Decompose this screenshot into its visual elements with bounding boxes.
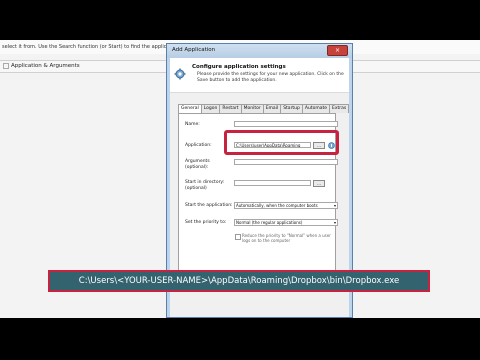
tab-logon[interactable]: Logon — [200, 104, 221, 113]
dialog-title: Add Application — [172, 47, 216, 53]
tab-automate[interactable]: Automate — [301, 104, 331, 113]
priority-label: Set the priority to: — [185, 220, 227, 225]
dialog-titlebar[interactable]: Add Application × — [167, 44, 352, 58]
tab-strip: General Logon Restart Monitor Email Star… — [178, 104, 350, 114]
start-directory-label: Start in directory: (optional) — [185, 180, 225, 191]
chevron-down-icon: ▾ — [333, 220, 336, 225]
tab-restart[interactable]: Restart — [219, 104, 242, 113]
tab-extras[interactable]: Extras — [329, 104, 350, 113]
reduce-priority-checkbox[interactable] — [235, 234, 241, 240]
arguments-label: Arguments (optional): — [185, 159, 210, 170]
name-label: Name: — [185, 122, 200, 127]
reduce-priority-label: Reduce the priority to "Normal" when a u… — [242, 233, 331, 243]
name-field[interactable] — [234, 121, 338, 127]
start-application-value: Automatically, when the computer boots — [236, 203, 318, 208]
gear-icon — [174, 68, 186, 80]
letterbox-bottom — [0, 318, 480, 360]
tab-email[interactable]: Email — [262, 104, 282, 113]
close-button[interactable]: × — [327, 45, 348, 56]
dialog-header: Configure application settings Please pr… — [170, 58, 349, 93]
tab-startup[interactable]: Startup — [280, 104, 303, 113]
priority-select[interactable]: Normal (the regular applications) ▾ — [234, 219, 338, 226]
start-application-select[interactable]: Automatically, when the computer boots ▾ — [234, 202, 338, 209]
tab-monitor[interactable]: Monitor — [240, 104, 264, 113]
expander-icon[interactable] — [3, 62, 9, 69]
path-caption-banner: C:\Users\<YOUR-USER-NAME>\AppData\Roamin… — [48, 270, 430, 292]
chevron-down-icon: ▾ — [333, 203, 336, 208]
arguments-field[interactable] — [234, 159, 338, 165]
priority-value: Normal (the regular applications) — [236, 220, 303, 225]
start-application-label: Start the application: — [185, 203, 233, 208]
header-description: Please provide the settings for your new… — [197, 72, 344, 83]
start-directory-field[interactable] — [234, 180, 311, 186]
application-field-highlight — [224, 130, 339, 155]
background-row-label: Application & Arguments — [11, 63, 80, 69]
application-label: Application: — [185, 143, 212, 148]
header-title: Configure application settings — [192, 64, 286, 70]
start-directory-browse-button[interactable]: ... — [313, 180, 325, 187]
